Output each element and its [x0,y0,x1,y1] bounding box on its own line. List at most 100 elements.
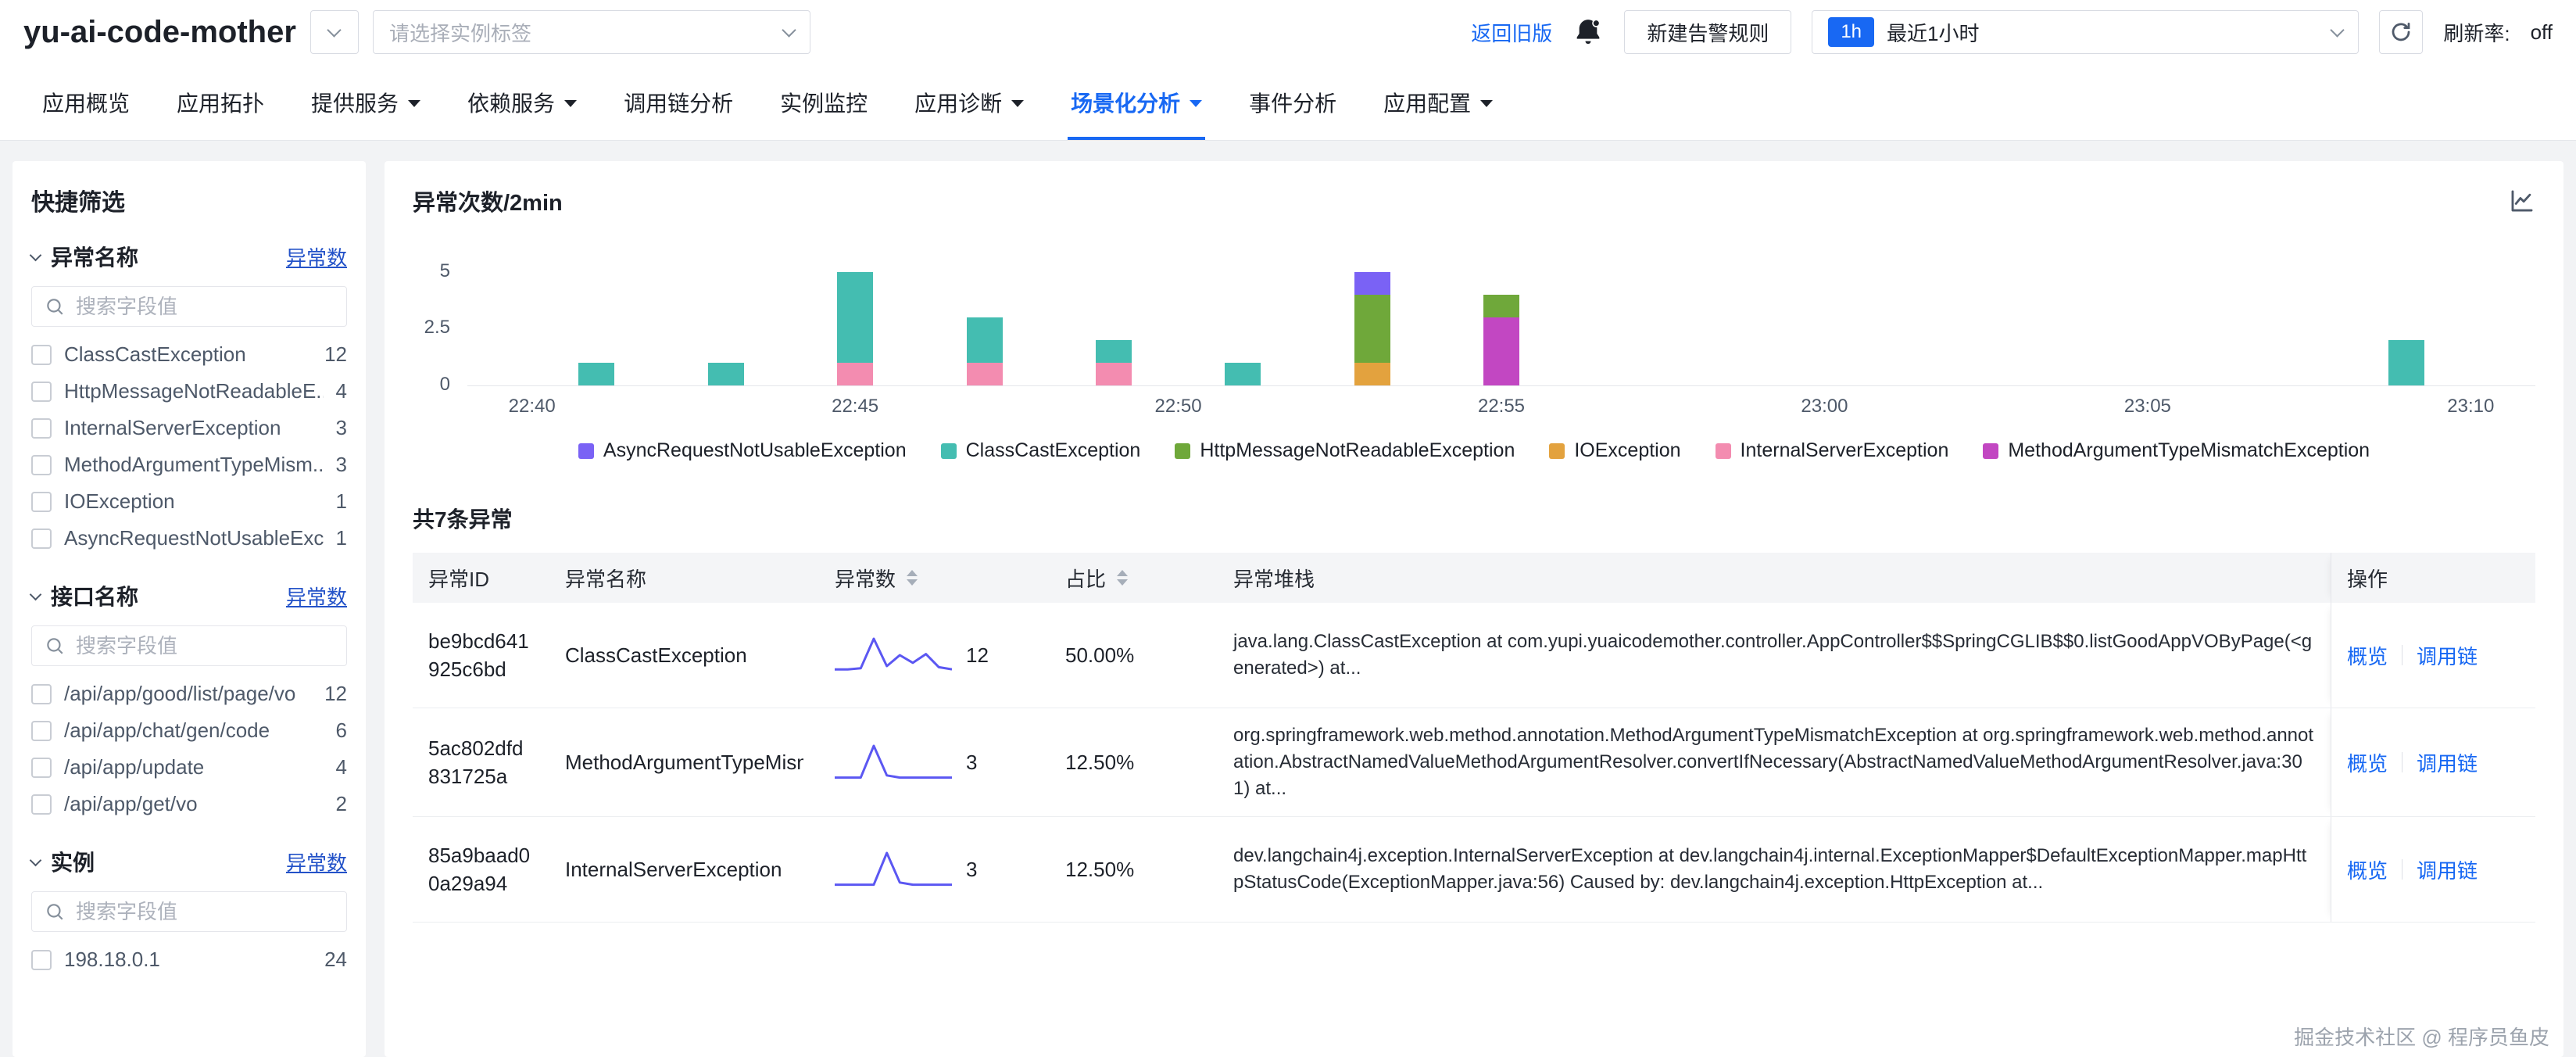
filter-item[interactable]: /api/app/update 4 [31,749,347,786]
filter-item-label: ClassCastException [64,342,312,367]
tab-instance-monitoring[interactable]: 实例监控 [757,64,891,140]
ratio-value: 12.50% [1065,858,1134,882]
sort-icon[interactable] [907,570,918,586]
checkbox[interactable] [31,382,52,402]
chevron-down-icon[interactable] [30,249,42,261]
filter-item-count: 3 [336,453,347,477]
tab-app-config[interactable]: 应用配置 [1360,64,1516,140]
filter-item[interactable]: IOException 1 [31,483,347,520]
trace-link[interactable]: 调用链 [2417,641,2478,670]
refresh-rate-value[interactable]: off [2531,20,2553,45]
chart-bar[interactable] [578,363,614,385]
tab-scenario-analysis[interactable]: 场景化分析 [1047,64,1225,140]
checkbox[interactable] [31,345,52,365]
chart-bar-segment [1483,317,1519,385]
search-input[interactable] [74,294,334,320]
line-chart-icon[interactable] [2509,188,2535,214]
tab-label: 实例监控 [780,87,868,118]
chart-bar[interactable] [1483,295,1519,385]
app-switcher-button[interactable] [310,10,359,54]
chart-bar[interactable] [1354,272,1390,385]
search-input[interactable] [74,633,334,659]
trace-link[interactable]: 调用链 [2417,855,2478,884]
col-header-label: 异常堆栈 [1233,564,1315,593]
exception-count-link[interactable]: 异常数 [286,242,347,271]
sort-icon[interactable] [1117,570,1128,586]
refresh-rate-label: 刷新率: [2443,18,2510,47]
overview-link[interactable]: 概览 [2347,748,2388,777]
legend-item[interactable]: ClassCastException [941,439,1141,462]
legend-swatch [1175,443,1190,459]
time-range-select[interactable]: 1h 最近1小时 [1812,10,2359,54]
overview-link[interactable]: 概览 [2347,641,2388,670]
filter-item[interactable]: /api/app/good/list/page/vo 12 [31,675,347,712]
overview-link[interactable]: 概览 [2347,855,2388,884]
filter-item[interactable]: HttpMessageNotReadableE... 4 [31,373,347,410]
filter-item[interactable]: ClassCastException 12 [31,336,347,373]
chart-bar[interactable] [1225,363,1261,385]
tab-app-diagnostics[interactable]: 应用诊断 [891,64,1047,140]
legend-item[interactable]: HttpMessageNotReadableException [1175,439,1515,462]
checkbox[interactable] [31,528,52,549]
x-tick-label: 23:10 [2447,396,2494,417]
exception-count-link[interactable]: 异常数 [286,847,347,876]
tab-app-overview[interactable]: 应用概览 [19,64,153,140]
checkbox[interactable] [31,950,52,970]
tab-event-analysis[interactable]: 事件分析 [1225,64,1360,140]
filter-item[interactable]: /api/app/get/vo 2 [31,786,347,822]
chevron-down-icon[interactable] [30,854,42,866]
legend-item[interactable]: AsyncRequestNotUsableException [578,439,907,462]
chart-bar[interactable] [1096,340,1132,385]
checkbox[interactable] [31,721,52,741]
tab-label: 应用诊断 [914,87,1002,118]
checkbox[interactable] [31,492,52,512]
exception-count-link[interactable]: 异常数 [286,582,347,611]
legend-label: HttpMessageNotReadableException [1200,439,1515,462]
section-title: 实例 [51,846,275,877]
chart-bar-segment [967,363,1003,385]
tab-label: 应用概览 [42,87,130,118]
checkbox[interactable] [31,455,52,475]
chart-bar-segment [1096,363,1132,385]
filter-item-label: 198.18.0.1 [64,948,312,972]
chevron-down-icon[interactable] [30,588,42,600]
bell-icon[interactable] [1572,16,1604,48]
checkbox[interactable] [31,794,52,815]
chart-bar[interactable] [2388,340,2424,385]
instance-tag-select[interactable]: 请选择实例标签 [373,10,810,54]
filter-item-count: 3 [336,416,347,440]
refresh-button[interactable] [2379,10,2423,54]
ratio-cell: 12.50% [1050,817,1218,922]
filter-item[interactable]: MethodArgumentTypeMism... 3 [31,446,347,483]
chart-bar-segment [578,363,614,385]
chart-bar[interactable] [967,317,1003,385]
legend-label: IOException [1574,439,1680,462]
checkbox[interactable] [31,684,52,704]
filter-section-instance: 实例 异常数 198.18.0.1 24 [31,846,347,978]
new-alert-rule-button[interactable]: 新建告警规则 [1624,10,1791,54]
search-icon [45,901,65,922]
back-to-old-version-link[interactable]: 返回旧版 [1471,18,1552,47]
filter-item[interactable]: /api/app/chat/gen/code 6 [31,712,347,749]
tab-trace-analysis[interactable]: 调用链分析 [600,64,757,140]
checkbox[interactable] [31,418,52,439]
chart-bar[interactable] [837,272,873,385]
legend-item[interactable]: MethodArgumentTypeMismatchException [1983,439,2370,462]
filter-item[interactable]: InternalServerException 3 [31,410,347,446]
trace-link[interactable]: 调用链 [2417,748,2478,777]
tab-label: 场景化分析 [1071,87,1180,118]
tab-dependent-services[interactable]: 依赖服务 [444,64,600,140]
section-header: 异常名称 异常数 [31,241,347,272]
legend-item[interactable]: IOException [1549,439,1680,462]
filter-item[interactable]: AsyncRequestNotUsableExc... 1 [31,520,347,557]
tab-app-topology[interactable]: 应用拓扑 [153,64,288,140]
checkbox[interactable] [31,758,52,778]
col-header-exception-id: 异常ID [413,553,549,603]
tab-provided-services[interactable]: 提供服务 [288,64,444,140]
main-card: 异常次数/2min 02.55 22:4022:4522:5022:5523:0… [385,161,2563,1057]
search-input[interactable] [74,899,334,925]
filter-item[interactable]: 198.18.0.1 24 [31,941,347,978]
legend-item[interactable]: InternalServerException [1716,439,1949,462]
filter-item-count: 24 [324,948,347,972]
chart-bar[interactable] [708,363,744,385]
